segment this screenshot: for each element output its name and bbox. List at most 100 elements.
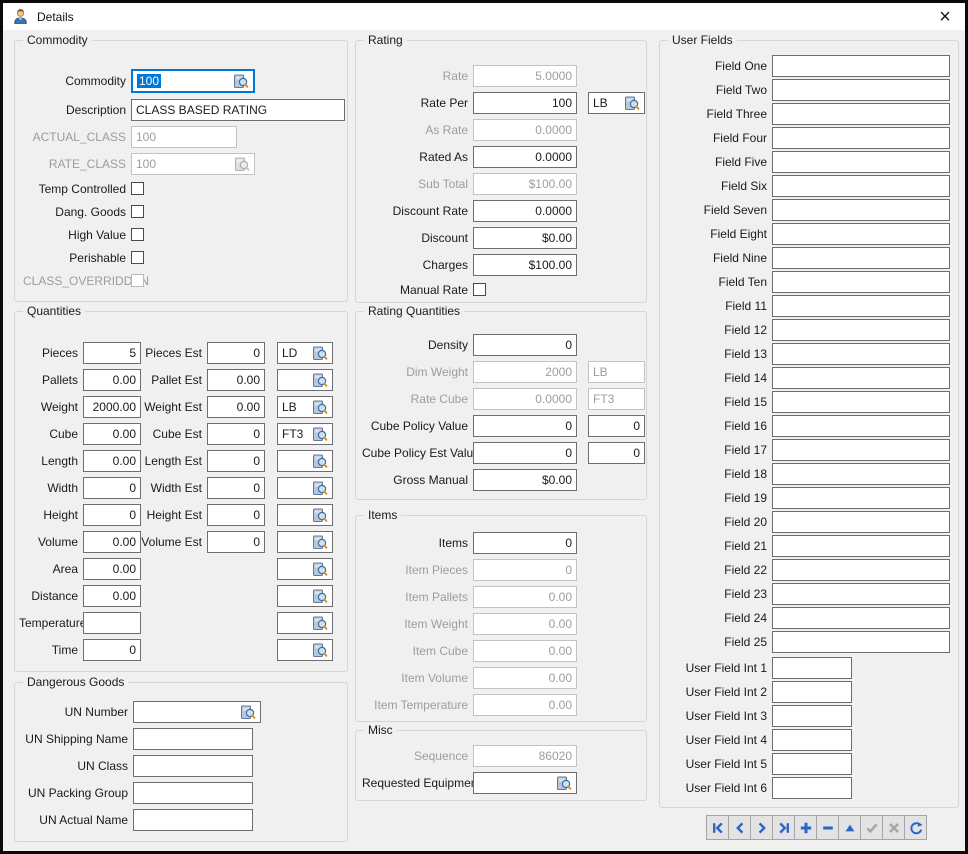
quantity-input[interactable]: 0.00 [83,369,141,391]
unit-lookup-button[interactable] [623,95,640,111]
quantity-unit-input[interactable]: LB [277,396,333,418]
nav-insert-button[interactable] [794,815,817,840]
rating-unit-input[interactable]: LB [588,92,645,114]
user-int-field-input[interactable] [772,657,852,679]
lookup-icon[interactable] [234,157,250,172]
user-field-input[interactable] [772,415,950,437]
user-field-input[interactable] [772,511,950,533]
lookup-icon[interactable] [312,535,328,550]
lookup-icon[interactable] [624,96,640,111]
rq-input[interactable]: 0 [473,442,577,464]
requested-equipment-lookup-button[interactable] [555,775,572,791]
un-number-lookup-button[interactable] [239,704,256,720]
quantity-est-input[interactable]: 0 [207,450,265,472]
quantity-input[interactable]: 0 [83,504,141,526]
user-field-input[interactable] [772,103,950,125]
rq-side-input[interactable]: LB [588,361,645,383]
lookup-icon[interactable] [312,643,328,658]
user-field-input[interactable] [772,199,950,221]
quantity-unit-input[interactable]: LD [277,342,333,364]
unit-lookup-button[interactable] [311,642,328,658]
rq-input[interactable]: $0.00 [473,469,577,491]
checkbox[interactable] [131,182,144,195]
quantity-est-input[interactable]: 0 [207,477,265,499]
quantity-unit-input[interactable] [277,639,333,661]
lookup-icon[interactable] [312,400,328,415]
rating-input[interactable]: 100 [473,92,577,114]
user-field-input[interactable] [772,223,950,245]
quantity-unit-input[interactable] [277,450,333,472]
user-field-input[interactable] [772,343,950,365]
items-input[interactable]: 0 [473,532,577,554]
rating-input[interactable]: $100.00 [473,173,577,195]
nav-refresh-button[interactable] [904,815,927,840]
user-field-input[interactable] [772,631,950,653]
user-int-field-input[interactable] [772,681,852,703]
unit-lookup-button[interactable] [311,588,328,604]
quantity-input[interactable]: 0.00 [83,423,141,445]
lookup-icon[interactable] [312,481,328,496]
user-field-input[interactable] [772,295,950,317]
dg-input[interactable] [133,701,261,723]
quantity-input[interactable]: 2000.00 [83,396,141,418]
lookup-icon[interactable] [312,427,328,442]
nav-prior-button[interactable] [728,815,751,840]
user-field-input[interactable] [772,487,950,509]
quantity-input[interactable]: 0.00 [83,558,141,580]
quantity-input[interactable]: 0.00 [83,585,141,607]
rq-input[interactable]: 0 [473,415,577,437]
unit-lookup-button[interactable] [311,372,328,388]
lookup-icon[interactable] [312,373,328,388]
unit-lookup-button[interactable] [311,345,328,361]
lookup-icon[interactable] [312,616,328,631]
quantity-est-input[interactable]: 0.00 [207,369,265,391]
lookup-icon[interactable] [312,508,328,523]
close-button[interactable]: × [934,6,956,28]
user-field-input[interactable] [772,55,950,77]
user-field-input[interactable] [772,247,950,269]
rq-side-input[interactable]: 0 [588,442,645,464]
quantity-unit-input[interactable] [277,558,333,580]
quantity-input[interactable]: 0 [83,639,141,661]
checkbox[interactable] [131,228,144,241]
rating-input[interactable]: 5.0000 [473,65,577,87]
user-field-input[interactable] [772,439,950,461]
commodity-input[interactable]: 100 [131,69,255,93]
user-field-input[interactable] [772,607,950,629]
user-int-field-input[interactable] [772,777,852,799]
quantity-est-input[interactable]: 0.00 [207,396,265,418]
quantity-unit-input[interactable] [277,585,333,607]
user-field-input[interactable] [772,367,950,389]
rq-side-input[interactable]: FT3 [588,388,645,410]
requested-equipment-input[interactable] [473,772,577,794]
quantity-unit-input[interactable] [277,369,333,391]
user-field-input[interactable] [772,151,950,173]
rating-input[interactable]: 0.0000 [473,146,577,168]
user-int-field-input[interactable] [772,753,852,775]
lookup-icon[interactable] [312,562,328,577]
dg-input[interactable] [133,782,253,804]
user-field-input[interactable] [772,319,950,341]
rq-input[interactable]: 0.0000 [473,388,577,410]
unit-lookup-button[interactable] [311,426,328,442]
user-field-input[interactable] [772,559,950,581]
commodity-lookup-button[interactable] [232,73,249,89]
rating-input[interactable]: $100.00 [473,254,577,276]
nav-last-button[interactable] [772,815,795,840]
rating-input[interactable]: 0.0000 [473,200,577,222]
quantity-unit-input[interactable] [277,531,333,553]
user-field-input[interactable] [772,463,950,485]
rating-input[interactable]: $0.00 [473,227,577,249]
quantity-unit-input[interactable]: FT3 [277,423,333,445]
unit-lookup-button[interactable] [311,507,328,523]
lookup-icon[interactable] [312,346,328,361]
quantity-unit-input[interactable] [277,477,333,499]
user-field-input[interactable] [772,583,950,605]
checkbox[interactable] [131,251,144,264]
nav-delete-button[interactable] [816,815,839,840]
user-field-input[interactable] [772,79,950,101]
quantity-unit-input[interactable] [277,504,333,526]
lookup-icon[interactable] [312,589,328,604]
unit-lookup-button[interactable] [311,399,328,415]
lookup-icon[interactable] [233,74,249,89]
